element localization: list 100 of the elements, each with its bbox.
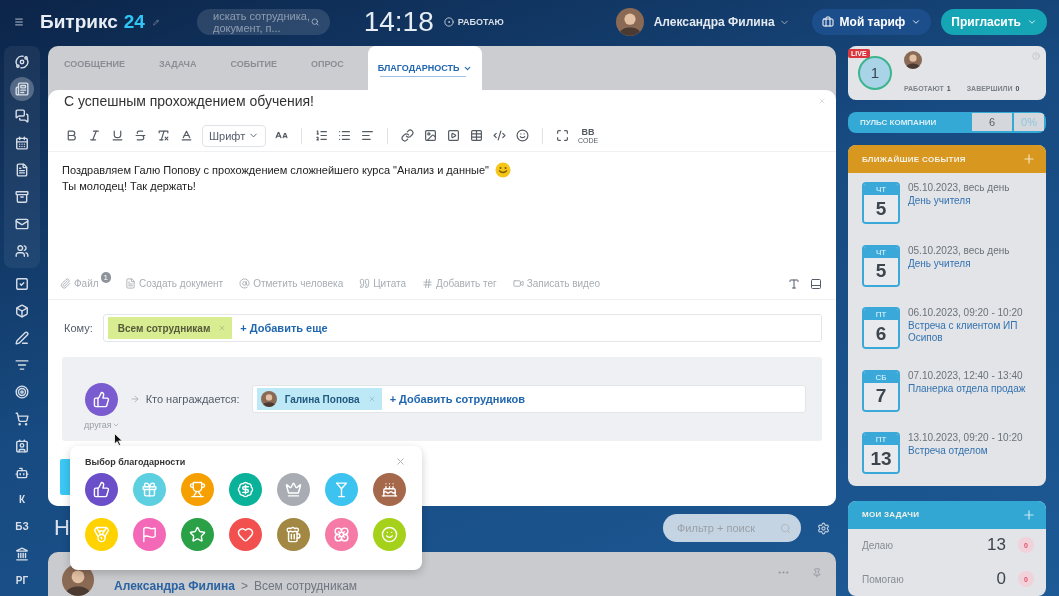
gratitude-option[interactable] [373, 473, 406, 506]
crown-icon [285, 481, 302, 498]
box-icon [15, 303, 29, 318]
attach-action[interactable]: Записать видео [512, 278, 601, 289]
composer-tab[interactable]: БЛАГОДАРНОСТЬ [367, 46, 483, 90]
video-icon [447, 129, 460, 142]
pulse-bar[interactable]: ПУЛЬС КОМПАНИИ 6 0% [848, 111, 1046, 134]
event-title[interactable]: Планерка отдела продаж [908, 382, 1026, 395]
event-time: 13.10.2023, 09:20 - 10:20 [908, 432, 1023, 444]
composer-tab[interactable]: ОПРОС [300, 46, 354, 82]
archive-icon [15, 189, 29, 204]
title-field[interactable]: С успешным прохождением обучения! [64, 93, 314, 109]
attach-action[interactable]: Файл [60, 278, 99, 289]
status-toggle[interactable]: РАБОТАЮ [443, 17, 504, 27]
panel-title: МОИ ЗАДАЧИ [862, 510, 920, 520]
briefcase-icon [821, 16, 834, 28]
newspaper-icon [15, 81, 29, 96]
flower-icon [333, 526, 350, 543]
sidebar-item[interactable]: БЗ [10, 514, 34, 539]
star-icon [189, 526, 206, 543]
event-title[interactable]: Встреча отделом [908, 445, 1023, 458]
recipient-tag[interactable]: Всем сотрудникам [107, 317, 233, 339]
sidebar-item[interactable]: РГ [10, 568, 34, 593]
caret-icon [911, 17, 922, 27]
event-title[interactable]: День учителя [908, 195, 1010, 208]
at-icon [239, 278, 251, 289]
to-label: Кому: [64, 322, 93, 334]
attach-action[interactable]: Добавить тег [422, 278, 497, 289]
awarded-label: Кто награждается: [145, 393, 240, 405]
beer-icon [285, 526, 302, 543]
panel-icon[interactable] [810, 277, 822, 290]
recipients-field[interactable]: Всем сотрудникам + Добавить еще [102, 314, 822, 342]
event-title[interactable]: Встреча с клиентом ИП Осипов [908, 320, 1038, 345]
attach-action[interactable]: Создать документ [125, 278, 224, 289]
task-label[interactable]: Делаю [862, 539, 988, 551]
gift-icon [141, 481, 158, 498]
fullscreen-icon [556, 129, 569, 142]
event-time: 07.10.2023, 12:40 - 13:40 [908, 369, 1024, 381]
font-select[interactable]: Шрифт [202, 124, 266, 147]
orbit-icon [15, 54, 29, 69]
text-format-icon[interactable] [788, 277, 800, 290]
avatar [615, 8, 644, 36]
paperclip-icon [60, 278, 71, 289]
event-title[interactable]: День учителя [908, 257, 1010, 270]
arrow-icon [129, 394, 140, 404]
message-text: Ты молодец! Так держать! [62, 179, 196, 194]
sidebar-item[interactable]: К [10, 487, 34, 512]
invite-button[interactable]: Пригласить [941, 9, 1047, 35]
trophy-icon [189, 481, 206, 498]
pulse-value: 6 [972, 113, 1012, 132]
mail-icon [15, 216, 29, 231]
document-icon [15, 162, 29, 177]
gratitude-option[interactable] [133, 518, 166, 551]
gratitude-option[interactable] [85, 473, 118, 506]
pulse-percent: 0% [1014, 113, 1044, 132]
attach-action[interactable]: Цитата [359, 278, 407, 289]
gratitude-option[interactable] [229, 518, 262, 551]
person-tag[interactable]: Галина Попова [256, 388, 382, 410]
tariff-button[interactable]: Мой тариф [811, 9, 932, 35]
search-field[interactable]: искать сотрудника, документ, п... [197, 9, 330, 35]
italic-icon [88, 129, 101, 142]
search-icon [780, 522, 791, 534]
event-time: 05.10.2023, весь день [908, 182, 1010, 194]
heart-icon [237, 526, 254, 543]
gratitude-option[interactable] [277, 518, 310, 551]
gratitude-option[interactable] [181, 518, 214, 551]
task-count: 13 [987, 535, 1006, 556]
gratitude-option[interactable] [325, 518, 358, 551]
align-left-icon [361, 129, 374, 142]
post-author[interactable]: Александра Филина [114, 579, 235, 593]
logo-text: Битрикс [40, 11, 118, 33]
logo-number: 24 [123, 11, 145, 33]
video-camera-icon [512, 278, 524, 289]
message-editor[interactable]: Поздравляем Галю Попову с прохождением сложнейшего курса "Анализ и данные" Ты молодец! Так держать! [48, 152, 836, 272]
calendar-date: ПТ 6 [862, 307, 900, 350]
awardees-field[interactable]: Галина Попова + Добавить сотрудников [251, 385, 806, 413]
calendar-date: ЧТ 5 [862, 182, 900, 225]
building-icon [15, 546, 29, 561]
clear-format-icon [157, 129, 170, 142]
chat-icon [15, 108, 29, 123]
user-name[interactable]: Александра Филина [653, 15, 775, 29]
strikethrough-icon [134, 129, 147, 142]
sidebar-item[interactable] [10, 76, 34, 101]
caret-icon [1027, 17, 1037, 27]
clock: 14:18 [363, 6, 434, 38]
picker-title: Выбор благодарности [85, 456, 186, 467]
target-icon [15, 384, 29, 399]
attach-action[interactable]: Отметить человека [239, 278, 344, 289]
gratitude-badge[interactable] [85, 382, 119, 416]
calendar-icon [15, 135, 29, 150]
smiley-icon [495, 162, 511, 178]
count-badge: 1 [100, 272, 112, 283]
add-recipient-link[interactable]: + Добавить еще [240, 322, 328, 334]
gratitude-type-select[interactable]: другая [84, 419, 120, 430]
post-audience: Всем сотрудникам [253, 579, 358, 593]
cart-icon [15, 411, 29, 426]
settings-icon[interactable] [817, 521, 830, 535]
task-label[interactable]: Помогаю [862, 573, 997, 585]
add-people-link[interactable]: + Добавить сотрудников [389, 393, 526, 405]
gratitude-option[interactable] [229, 473, 262, 506]
